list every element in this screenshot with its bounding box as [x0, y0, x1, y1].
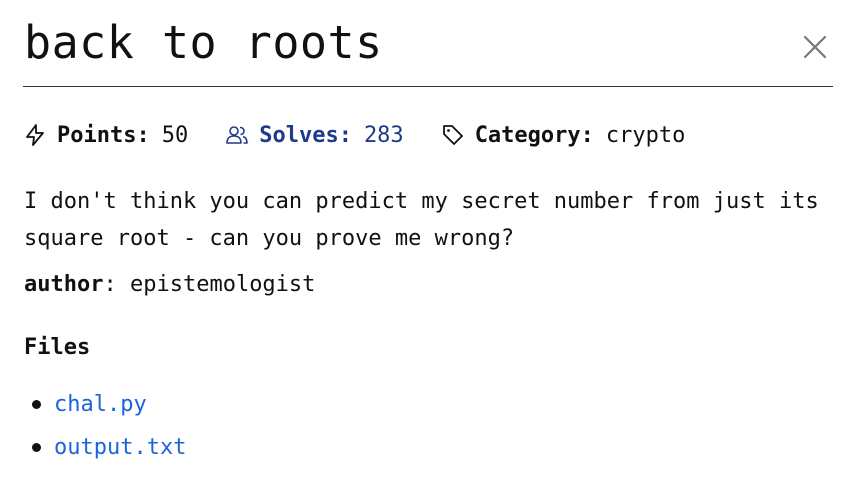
lightning-icon [23, 123, 47, 147]
points-stat: Points: 50 [23, 123, 188, 148]
solves-label: Solves: [259, 122, 352, 148]
challenge-description: I don't think you can predict my secret … [24, 189, 819, 251]
list-item: chal.py [24, 383, 186, 426]
tag-icon [441, 123, 465, 147]
category-label: Category: [474, 122, 594, 148]
header-divider [23, 86, 833, 87]
points-value: 50 [161, 122, 189, 148]
challenge-title: back to roots [24, 16, 383, 69]
category-value: crypto [605, 122, 686, 148]
challenge-meta: Points: 50 Solves: 283 Category: crypto [23, 119, 685, 151]
solves-stat[interactable]: Solves: 283 [225, 122, 404, 148]
challenge-modal: back to roots Points: 50 Solves: 283 Cat… [0, 0, 850, 481]
users-icon [225, 123, 249, 147]
bullet [32, 400, 41, 409]
bullet [32, 443, 41, 452]
author-value: epistemologist [129, 272, 316, 297]
file-link-chal-py[interactable]: chal.py [54, 392, 147, 417]
author-line: author: epistemologist [24, 272, 316, 297]
author-label: author [24, 272, 104, 297]
list-item: output.txt [24, 426, 186, 469]
files-list: chal.py output.txt [24, 383, 186, 469]
files-heading: Files [24, 335, 91, 360]
close-icon[interactable] [802, 34, 828, 60]
category-stat: Category: crypto [441, 122, 686, 148]
file-link-output-txt[interactable]: output.txt [54, 435, 186, 460]
points-label: Points: [57, 122, 150, 148]
solves-value: 283 [363, 122, 404, 148]
